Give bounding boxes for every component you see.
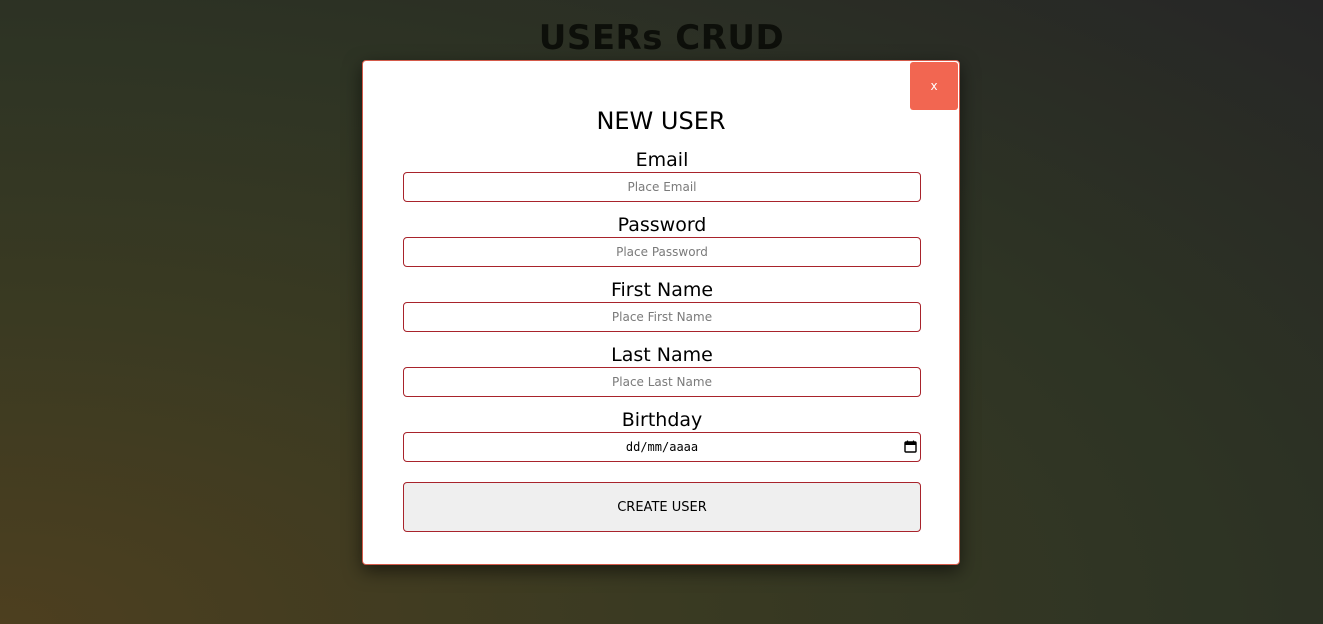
last-name-field-group: Last Name	[403, 343, 921, 407]
email-label: Email	[635, 149, 689, 171]
first-name-label: First Name	[610, 279, 714, 301]
create-user-button[interactable]: CREATE USER	[403, 482, 921, 532]
email-field-group: Email	[403, 148, 921, 212]
page-title: USERs CRUD	[538, 18, 785, 58]
modal-title: NEW USER	[596, 107, 726, 135]
password-input[interactable]	[403, 237, 921, 267]
close-modal-button[interactable]: x	[910, 62, 958, 110]
first-name-input[interactable]	[403, 302, 921, 332]
last-name-input[interactable]	[403, 367, 921, 397]
new-user-modal: x NEW USER Email Password First Name Las…	[362, 60, 960, 565]
birthday-input[interactable]: dd/mm/aaaa	[403, 432, 921, 462]
password-field-group: Password	[403, 213, 921, 277]
password-label: Password	[617, 214, 707, 236]
last-name-label: Last Name	[611, 344, 713, 366]
birthday-field-group: Birthday dd/mm/aaaa	[403, 408, 921, 472]
first-name-field-group: First Name	[403, 278, 921, 342]
birthday-placeholder: dd/mm/aaaa	[625, 440, 699, 454]
calendar-icon[interactable]	[904, 440, 917, 453]
birthday-label: Birthday	[621, 409, 703, 431]
new-user-form: Email Password First Name Last Name Birt…	[403, 147, 921, 532]
email-input[interactable]	[403, 172, 921, 202]
